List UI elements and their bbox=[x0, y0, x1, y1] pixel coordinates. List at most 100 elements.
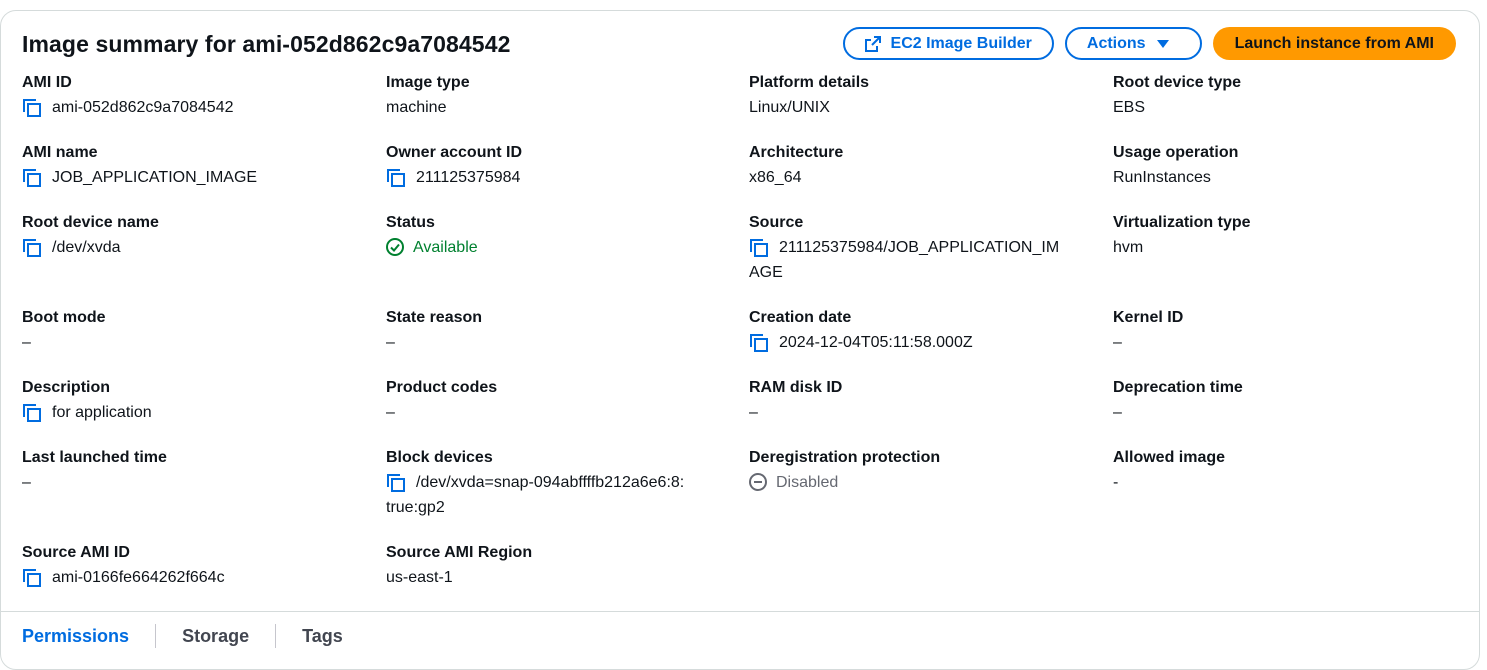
field-label: Source AMI ID bbox=[22, 544, 130, 561]
ram-disk-id-value: – bbox=[749, 404, 758, 421]
tab-storage[interactable]: Storage bbox=[156, 624, 275, 648]
field-label: Description bbox=[22, 379, 111, 396]
kernel-id-value: – bbox=[1113, 334, 1122, 351]
copy-icon[interactable] bbox=[22, 168, 42, 188]
source-value-line2: AGE bbox=[749, 264, 783, 281]
field-value: 211125375984/JOB_APPLICATION_IM bbox=[749, 235, 1099, 260]
field-description: Description for application bbox=[22, 378, 372, 425]
field-label: Architecture bbox=[749, 144, 844, 161]
field-label: Platform details bbox=[749, 74, 870, 91]
ec2-image-builder-button[interactable]: EC2 Image Builder bbox=[842, 27, 1054, 60]
field-deprecation-time: Deprecation time – bbox=[1113, 378, 1463, 425]
field-root-device-name: Root device name /dev/xvda bbox=[22, 213, 372, 260]
usage-operation-value: RunInstances bbox=[1113, 169, 1211, 186]
field-value: Disabled bbox=[749, 470, 1099, 495]
field-label: Owner account ID bbox=[386, 144, 523, 161]
field-source-ami-id: Source AMI ID ami-0166fe664262f664c bbox=[22, 543, 372, 590]
copy-icon[interactable] bbox=[749, 333, 769, 353]
last-launched-time-value: – bbox=[22, 474, 31, 491]
field-label: State reason bbox=[386, 309, 483, 326]
field-kernel-id: Kernel ID – bbox=[1113, 308, 1463, 355]
field-source: Source 211125375984/JOB_APPLICATION_IM A… bbox=[749, 213, 1099, 285]
owner-account-id-value: 211125375984 bbox=[416, 169, 521, 186]
field-status: Status Available bbox=[386, 213, 736, 260]
field-architecture: Architecture x86_64 bbox=[749, 143, 1099, 190]
state-reason-value: – bbox=[386, 334, 395, 351]
field-root-device-type: Root device type EBS bbox=[1113, 73, 1463, 120]
tab-tags[interactable]: Tags bbox=[276, 624, 369, 648]
field-platform-details: Platform details Linux/UNIX bbox=[749, 73, 1099, 120]
field-label: AMI name bbox=[22, 144, 98, 161]
status-stopped-icon bbox=[749, 473, 767, 491]
field-ami-id: AMI ID ami-052d862c9a7084542 bbox=[22, 73, 372, 120]
field-image-type: Image type machine bbox=[386, 73, 736, 120]
field-last-launched-time: Last launched time – bbox=[22, 448, 372, 495]
field-ram-disk-id: RAM disk ID – bbox=[749, 378, 1099, 425]
field-label: Deprecation time bbox=[1113, 379, 1243, 396]
launch-instance-label: Launch instance from AMI bbox=[1234, 34, 1434, 52]
field-label: Deregistration protection bbox=[749, 449, 941, 466]
launch-instance-button[interactable]: Launch instance from AMI bbox=[1212, 27, 1456, 60]
field-product-codes: Product codes – bbox=[386, 378, 736, 425]
field-value: /dev/xvda=snap-094abffffb212a6e6:8: bbox=[386, 470, 736, 495]
platform-details-value: Linux/UNIX bbox=[749, 99, 830, 116]
source-value-line1: 211125375984/JOB_APPLICATION_IM bbox=[779, 239, 1060, 256]
copy-icon[interactable] bbox=[749, 238, 769, 258]
boot-mode-value: – bbox=[22, 334, 31, 351]
field-label: Root device name bbox=[22, 214, 159, 231]
field-ami-name: AMI name JOB_APPLICATION_IMAGE bbox=[22, 143, 372, 190]
field-label: AMI ID bbox=[22, 74, 72, 91]
field-value: ami-052d862c9a7084542 bbox=[22, 95, 372, 120]
field-label: Usage operation bbox=[1113, 144, 1239, 161]
header: Image summary for ami-052d862c9a7084542 bbox=[22, 30, 510, 60]
field-label: Source bbox=[749, 214, 804, 231]
copy-icon[interactable] bbox=[22, 568, 42, 588]
field-label: Last launched time bbox=[22, 449, 167, 466]
status-success-icon bbox=[386, 238, 404, 256]
field-source-ami-region: Source AMI Region us-east-1 bbox=[386, 543, 736, 590]
description-value: for application bbox=[52, 404, 152, 421]
source-ami-id-value: ami-0166fe664262f664c bbox=[52, 569, 225, 586]
block-devices-value-line1: /dev/xvda=snap-094abffffb212a6e6:8: bbox=[416, 474, 685, 491]
ami-name-value: JOB_APPLICATION_IMAGE bbox=[52, 169, 258, 186]
tab-permissions[interactable]: Permissions bbox=[22, 624, 155, 648]
architecture-value: x86_64 bbox=[749, 169, 802, 186]
field-value: Available bbox=[386, 235, 736, 260]
root-device-type-value: EBS bbox=[1113, 99, 1146, 116]
field-value: 211125375984 bbox=[386, 165, 736, 190]
field-label: Product codes bbox=[386, 379, 498, 396]
field-label: Status bbox=[386, 214, 435, 231]
field-label: Boot mode bbox=[22, 309, 106, 326]
tabs-divider bbox=[0, 611, 1480, 612]
field-label: Root device type bbox=[1113, 74, 1242, 91]
field-label: Source AMI Region bbox=[386, 544, 533, 561]
field-value: JOB_APPLICATION_IMAGE bbox=[22, 165, 372, 190]
root-device-name-value: /dev/xvda bbox=[52, 239, 121, 256]
image-type-value: machine bbox=[386, 99, 447, 116]
actions-button[interactable]: Actions bbox=[1064, 27, 1202, 60]
field-block-devices: Block devices /dev/xvda=snap-094abffffb2… bbox=[386, 448, 736, 520]
field-label: Block devices bbox=[386, 449, 493, 466]
field-label: Allowed image bbox=[1113, 449, 1226, 466]
copy-icon[interactable] bbox=[386, 168, 406, 188]
field-value: ami-0166fe664262f664c bbox=[22, 565, 372, 590]
field-label: Image type bbox=[386, 74, 470, 91]
status-value: Available bbox=[413, 239, 478, 256]
ec2-image-builder-label: EC2 Image Builder bbox=[890, 34, 1032, 52]
field-value: for application bbox=[22, 400, 372, 425]
block-devices-value-line2: true:gp2 bbox=[386, 499, 445, 516]
copy-icon[interactable] bbox=[22, 238, 42, 258]
field-label: Virtualization type bbox=[1113, 214, 1251, 231]
virtualization-type-value: hvm bbox=[1113, 239, 1144, 256]
field-usage-operation: Usage operation RunInstances bbox=[1113, 143, 1463, 190]
external-link-icon bbox=[864, 35, 881, 52]
detail-tabs: Permissions Storage Tags bbox=[22, 624, 369, 648]
copy-icon[interactable] bbox=[386, 473, 406, 493]
source-ami-region-value: us-east-1 bbox=[386, 569, 453, 586]
copy-icon[interactable] bbox=[22, 98, 42, 118]
header-actions: EC2 Image Builder Actions Launch instanc… bbox=[842, 27, 1456, 60]
field-owner-account-id: Owner account ID 211125375984 bbox=[386, 143, 736, 190]
field-value: 2024-12-04T05:11:58.000Z bbox=[749, 330, 1099, 355]
deprecation-time-value: – bbox=[1113, 404, 1122, 421]
copy-icon[interactable] bbox=[22, 403, 42, 423]
